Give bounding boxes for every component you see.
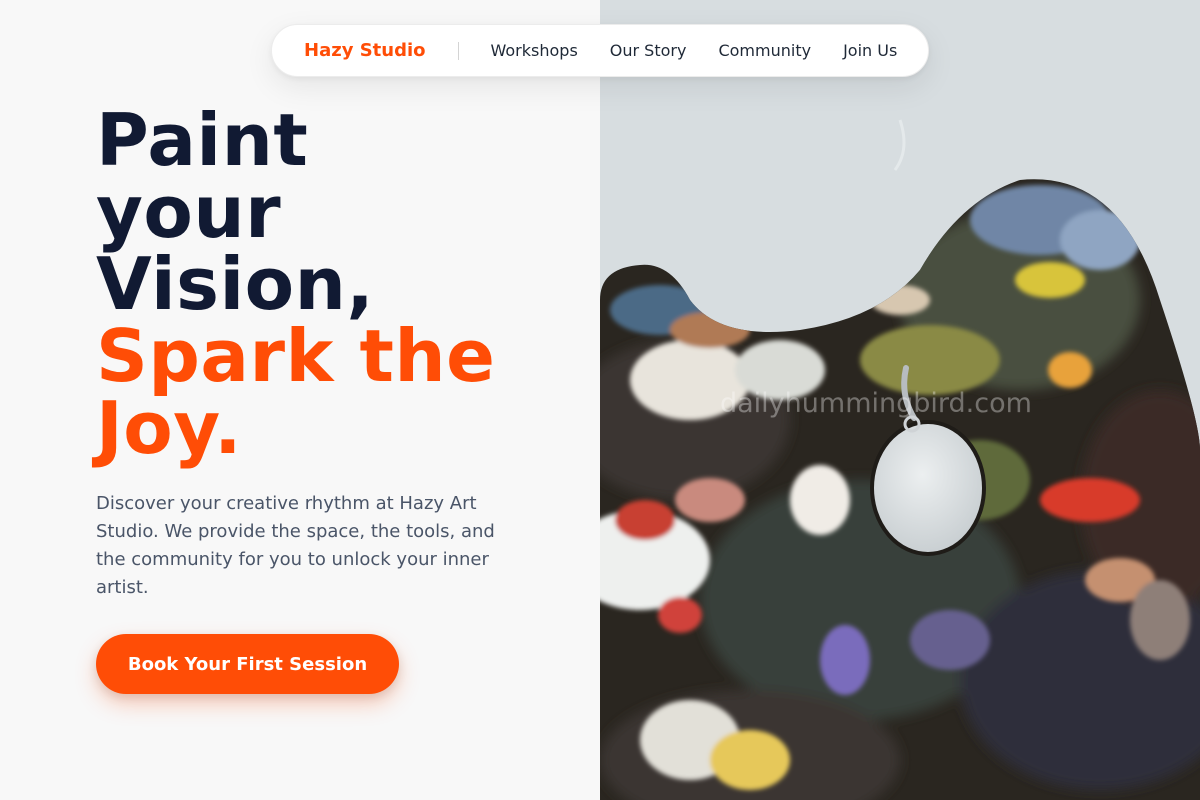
nav-link-join-us[interactable]: Join Us <box>827 41 913 60</box>
paint-palette-image: dailyhummingbird.com <box>600 0 1200 800</box>
palette-thumb-hole <box>870 420 986 556</box>
book-session-button[interactable]: Book Your First Session <box>96 634 399 694</box>
headline-line: Paint <box>96 98 309 182</box>
top-navbar: Hazy Studio Workshops Our Story Communit… <box>271 24 929 77</box>
landing-page: Paint your Vision, Spark the Joy. Discov… <box>0 0 1200 800</box>
hero-text-panel: Paint your Vision, Spark the Joy. Discov… <box>0 0 600 800</box>
hero-image-panel: dailyhummingbird.com <box>600 0 1200 800</box>
hero-headline: Paint your Vision, Spark the Joy. <box>96 104 576 464</box>
brand-logo-link[interactable]: Hazy Studio <box>304 40 426 61</box>
image-watermark: dailyhummingbird.com <box>720 388 1032 419</box>
hero-description: Discover your creative rhythm at Hazy Ar… <box>96 493 495 598</box>
nav-divider <box>457 41 459 60</box>
headline-accent-line: Joy. <box>96 386 242 470</box>
headline-line: Vision, <box>96 242 375 326</box>
headline-line: your <box>96 170 282 254</box>
nav-link-our-story[interactable]: Our Story <box>594 41 703 60</box>
nav-link-community[interactable]: Community <box>702 41 827 60</box>
headline-accent-line: Spark the <box>96 314 496 398</box>
nav-link-workshops[interactable]: Workshops <box>475 41 594 60</box>
